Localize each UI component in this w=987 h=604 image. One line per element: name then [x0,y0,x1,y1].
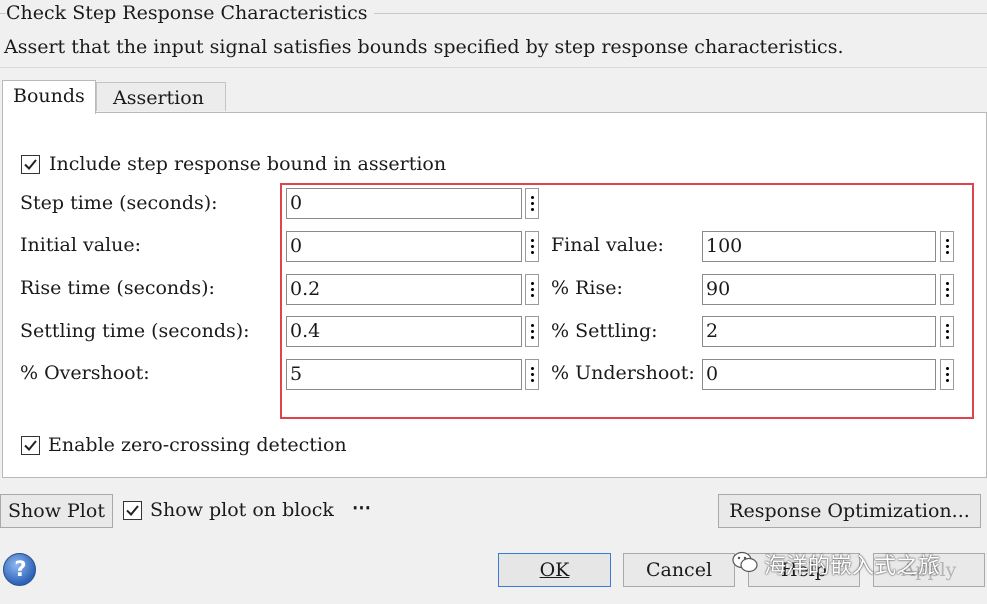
zero-crossing-checkbox[interactable] [21,436,40,455]
tab-assertion[interactable]: Assertion [96,82,226,111]
settling-time-label: Settling time (seconds): [20,320,250,342]
show-plot-on-block-label: Show plot on block [150,499,334,521]
wechat-icon [732,551,758,573]
ok-button[interactable]: OK [498,553,611,587]
checkmark-icon [126,505,139,516]
percent-overshoot-label: % Overshoot: [20,362,150,384]
show-plot-button[interactable]: Show Plot [0,494,113,528]
cancel-button[interactable]: Cancel [623,553,735,587]
help-glyph: ? [14,557,27,581]
show-plot-on-block-checkbox[interactable] [123,501,142,520]
help-icon[interactable]: ? [3,553,36,586]
zero-crossing-label: Enable zero-crossing detection [48,434,347,456]
rise-time-label: Rise time (seconds): [20,277,215,299]
checkmark-icon [24,159,37,170]
description-divider [0,67,987,68]
initial-value-label: Initial value: [20,234,141,256]
watermark-text: 海洋的嵌入式之旅 [764,554,941,579]
ok-button-label: OK [539,559,570,581]
more-options-icon[interactable]: ⋯ [352,497,371,519]
step-time-label: Step time (seconds): [20,192,218,214]
include-bound-label: Include step response bound in assertion [49,153,447,175]
group-title: Check Step Response Characteristics [6,2,374,24]
highlight-box [280,183,974,419]
checkmark-icon [24,440,37,451]
include-bound-checkbox[interactable] [21,155,40,174]
tab-bounds[interactable]: Bounds [2,80,96,114]
block-description: Assert that the input signal satisfies b… [4,36,844,58]
response-optimization-button[interactable]: Response Optimization... [718,494,981,528]
